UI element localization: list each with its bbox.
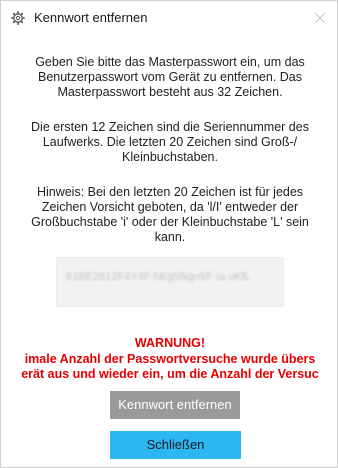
serial-info-line: Kleinbuchstaben.	[122, 150, 218, 164]
instruction-line: Geben Sie bitte das Masterpasswort ein, …	[35, 55, 305, 69]
gear-icon	[11, 11, 25, 25]
hint-paragraph: Hinweis: Bei den letzten 20 Zeichen ist …	[1, 185, 338, 245]
serial-info-line: Laufwerks. Die letzten 20 Zeichen sind G…	[42, 135, 298, 149]
warning-text: erät aus und wieder ein, um die Anzahl d…	[21, 367, 319, 381]
master-password-field[interactable]: 61BE2812F4Y4F hKghfkgrrl/F ia uKfL	[56, 257, 284, 307]
master-password-value: 61BE2812F4Y4F hKghfkgrrl/F ia uKfL	[66, 271, 251, 283]
remove-password-button[interactable]: Kennwort entfernen	[110, 391, 240, 419]
warning-text: imale Anzahl der Passwortversuche wurde …	[24, 352, 316, 366]
hint-line: Großbuchstabe 'i' oder der Kleinbuchstab…	[31, 215, 309, 229]
instruction-line: Benutzerpasswort vom Gerät zu entfernen.…	[37, 70, 302, 84]
hint-line: Zeichen Vorsicht geboten, da 'l/I' entwe…	[41, 200, 299, 214]
title-bar: Kennwort entfernen	[1, 1, 337, 35]
dialog-title: Kennwort entfernen	[34, 10, 148, 25]
hint-line: kann.	[154, 230, 186, 244]
remove-password-dialog: Kennwort entfernen Geben Sie bitte das M…	[0, 0, 338, 468]
hint-line: Hinweis: Bei den letzten 20 Zeichen ist …	[36, 185, 304, 199]
close-button[interactable]: Schließen	[110, 431, 241, 459]
instruction-line: Masterpasswort besteht aus 32 Zeichen.	[57, 85, 283, 99]
serial-info-paragraph: Die ersten 12 Zeichen sind die Seriennum…	[1, 120, 338, 165]
serial-info-line: Die ersten 12 Zeichen sind die Seriennum…	[31, 120, 309, 134]
close-icon[interactable]	[313, 11, 327, 25]
instruction-paragraph: Geben Sie bitte das Masterpasswort ein, …	[1, 55, 338, 100]
warning-title: WARNUNG!	[134, 336, 206, 350]
